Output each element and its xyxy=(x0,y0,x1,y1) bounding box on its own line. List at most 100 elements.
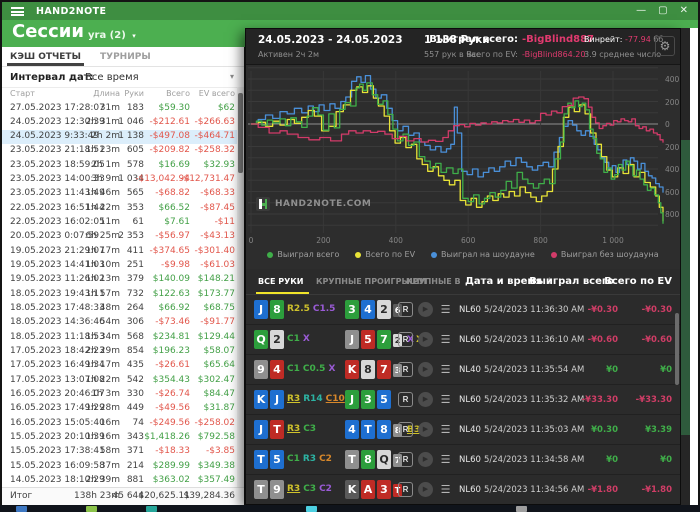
session-ev: -$258.02 xyxy=(194,417,235,428)
session-row[interactable]: 22.05.2023 16:02:05 11m 61 $7.61 -$11 xyxy=(2,216,237,230)
notes-icon[interactable]: ☰ xyxy=(438,302,453,317)
session-row[interactable]: 23.05.2023 11:43:49 1h 46m 565 -$68.82 -… xyxy=(2,187,237,201)
session-row[interactable]: 23.05.2023 18:59:05 2h 1m 578 $16.69 $32… xyxy=(2,158,237,172)
session-row[interactable]: 17.05.2023 13:07:08 1h 22m 542 $354.43 $… xyxy=(2,373,237,387)
session-row[interactable]: 18.05.2023 11:18:53 1h 34m 568 $234.81 $… xyxy=(2,330,237,344)
session-row[interactable]: 16.05.2023 20:46:07 1h 3m 330 -$26.74 $8… xyxy=(2,388,237,402)
close-button[interactable]: ✕ xyxy=(680,6,688,16)
replay-button[interactable]: R xyxy=(398,422,413,437)
hand-row[interactable]: JT R3 C3 4 T 8 8 B3 R ▶ ☰ NL40 5/24/2023 11:3… xyxy=(246,415,680,445)
user-selector[interactable]: yra (2) ▾ xyxy=(88,30,136,41)
play-icon[interactable]: ▶ xyxy=(418,302,433,317)
x-axis-tick: 400 xyxy=(388,236,403,245)
hand-row[interactable]: T9 R3 C3 C2 KA3T R ▶ ☰ NL60 5/24/2023 11:3… xyxy=(246,475,680,503)
hand-row[interactable]: T5 C1 R3 C2 T8Q7 R ▶ ☰ NL60 5/24/2023 11:3… xyxy=(246,445,680,475)
col-ev-total[interactable]: Всего по EV xyxy=(604,276,672,287)
hand-list-scrollbar-thumb[interactable] xyxy=(675,313,679,385)
col-won[interactable]: Выиграл всего xyxy=(529,276,614,287)
taskbar-app-icon[interactable] xyxy=(516,506,527,512)
session-row[interactable]: 14.05.2023 18:10:29 2h 39m 881 $363.02 $… xyxy=(2,474,237,488)
play-icon[interactable]: ▶ xyxy=(418,392,433,407)
taskbar-app-icon[interactable] xyxy=(306,506,317,512)
session-row[interactable]: 19.05.2023 11:26:02 1h 13m 379 $140.09 $… xyxy=(2,273,237,287)
play-icon[interactable]: ▶ xyxy=(418,422,433,437)
session-total: -$26.61 xyxy=(155,360,190,371)
action-C1: C1 xyxy=(287,364,300,374)
menu-icon[interactable] xyxy=(11,6,24,16)
session-row[interactable]: 18.05.2023 14:36:46 54m 306 -$73.46 -$91… xyxy=(2,316,237,330)
session-row[interactable]: 19.05.2023 21:29:07 1h 17m 411 -$374.65 … xyxy=(2,244,237,258)
minimize-button[interactable]: — xyxy=(636,6,646,16)
taskbar-app-icon[interactable] xyxy=(16,506,27,512)
scrollbar-thumb[interactable] xyxy=(238,93,243,173)
hand-row[interactable]: 94 C1 C0.5 X K873 R ▶ ☰ NL40 5/24/2023 11:… xyxy=(246,355,680,385)
tab-tournaments[interactable]: ТУРНИРЫ xyxy=(100,52,151,62)
session-row[interactable]: 15.05.2023 17:38:41 58m 371 -$18.33 -$3.… xyxy=(2,445,237,459)
session-row[interactable]: 17.05.2023 18:42:23 2h 29m 854 $196.23 $… xyxy=(2,345,237,359)
session-row[interactable]: 20.05.2023 0:07:59 6h 25m 2 353 -$56.97 … xyxy=(2,230,237,244)
hand-row[interactable]: Q2 C1X J572XX R ▶ ☰ NL60 5/24/2023 11:36… xyxy=(246,325,680,355)
col-ev[interactable]: EV всего xyxy=(199,89,235,98)
replay-button[interactable]: R xyxy=(398,392,413,407)
session-row[interactable]: 15.05.2023 16:09:58 37m 214 $289.99 $349… xyxy=(2,459,237,473)
card-T: T xyxy=(361,420,375,439)
notes-icon[interactable]: ☰ xyxy=(438,482,453,497)
session-row[interactable]: 23.05.2023 21:18:51 1h 23m 605 -$209.82 … xyxy=(2,144,237,158)
col-length[interactable]: Длина xyxy=(93,89,120,98)
notes-icon[interactable]: ☰ xyxy=(438,362,453,377)
action-C1.5: C1.5 xyxy=(312,304,336,314)
hand-row[interactable]: J8 R2.5 C1.5 3426 R ▶ ☰ NL60 5/24/2023 11… xyxy=(246,295,680,325)
session-hands: 306 xyxy=(126,317,144,328)
session-row[interactable]: 23.05.2023 14:00:33 3h 9m 1 034 -$13,042… xyxy=(2,173,237,187)
session-row[interactable]: 27.05.2023 17:28:07 31m 183 $59.30 $62 xyxy=(2,101,237,115)
session-row[interactable]: 19.05.2023 14:41:03 1h 10m 251 -$9.98 -$… xyxy=(2,259,237,273)
hand-row[interactable]: KJ R3 R14 C10 J35 R ▶ ☰ NL60 5/24/2023 11:… xyxy=(246,385,680,415)
card-7: 7 xyxy=(377,330,391,349)
session-hands: 542 xyxy=(126,374,144,385)
play-icon[interactable]: ▶ xyxy=(418,332,433,347)
play-icon[interactable]: ▶ xyxy=(418,452,433,467)
stake-label: NL40 xyxy=(459,425,481,435)
tab-cash-reports[interactable]: КЭШ ОТЧЕТЫ xyxy=(7,52,84,66)
card-7: 7 xyxy=(377,360,391,379)
tab-all-hands[interactable]: ВСЕ РУКИ xyxy=(255,277,311,294)
notes-icon[interactable]: ☰ xyxy=(438,422,453,437)
chevron-down-icon[interactable]: ▾ xyxy=(230,72,234,81)
col-hands[interactable]: Руки xyxy=(124,89,144,98)
action-C2: C2 xyxy=(319,454,332,464)
session-row[interactable]: 16.05.2023 17:49:29 1h 28m 449 -$49.56 $… xyxy=(2,402,237,416)
col-total[interactable]: Всего xyxy=(166,89,190,98)
session-row[interactable]: 17.05.2023 16:49:34 1h 17m 435 -$26.61 $… xyxy=(2,359,237,373)
play-icon[interactable]: ▶ xyxy=(418,362,433,377)
gear-icon[interactable]: ⚙ xyxy=(655,36,675,56)
replay-button[interactable]: R xyxy=(398,362,413,377)
scrollbar[interactable] xyxy=(237,87,244,487)
session-row[interactable]: 15.05.2023 20:10:39 1h 16m 343 $1,418.26… xyxy=(2,431,237,445)
replay-button[interactable]: R xyxy=(398,332,413,347)
replay-button[interactable]: R xyxy=(398,302,413,317)
session-row[interactable]: 24.05.2023 9:33:49 2h 2m 1 138 -$497.08 … xyxy=(2,129,237,144)
taskbar-app-icon[interactable] xyxy=(86,506,97,512)
maximize-button[interactable]: ▢ xyxy=(658,6,667,16)
date-filter-select[interactable]: Все время xyxy=(85,72,139,83)
taskbar-app-icon[interactable] xyxy=(146,506,157,512)
taskbar[interactable] xyxy=(0,505,700,512)
legend-label: Всего по EV xyxy=(365,250,416,259)
card-4: 4 xyxy=(270,360,284,379)
notes-icon[interactable]: ☰ xyxy=(438,452,453,467)
play-icon[interactable]: ▶ xyxy=(418,482,433,497)
replay-button[interactable]: R xyxy=(398,482,413,497)
session-row[interactable]: 18.05.2023 17:48:33 48m 264 $66.92 $68.7… xyxy=(2,302,237,316)
session-ev: -$68.33 xyxy=(200,188,235,199)
session-row[interactable]: 22.05.2023 16:51:44 1h 22m 353 $66.52 -$… xyxy=(2,201,237,215)
session-length: 37m xyxy=(99,460,120,471)
hand-ev: -¥0.60 xyxy=(641,335,672,345)
session-row[interactable]: 24.05.2023 12:30:39 2h 31m 1 046 -$212.6… xyxy=(2,115,237,129)
col-start[interactable]: Старт xyxy=(10,89,35,98)
replay-button[interactable]: R xyxy=(398,452,413,467)
session-row[interactable]: 18.05.2023 19:43:11 1h 57m 732 $122.63 $… xyxy=(2,287,237,301)
session-start: 24.05.2023 9:33:49 xyxy=(10,131,100,142)
session-row[interactable]: 16.05.2023 15:05:40 16m 74 -$249.56 -$25… xyxy=(2,416,237,430)
notes-icon[interactable]: ☰ xyxy=(438,392,453,407)
notes-icon[interactable]: ☰ xyxy=(438,332,453,347)
